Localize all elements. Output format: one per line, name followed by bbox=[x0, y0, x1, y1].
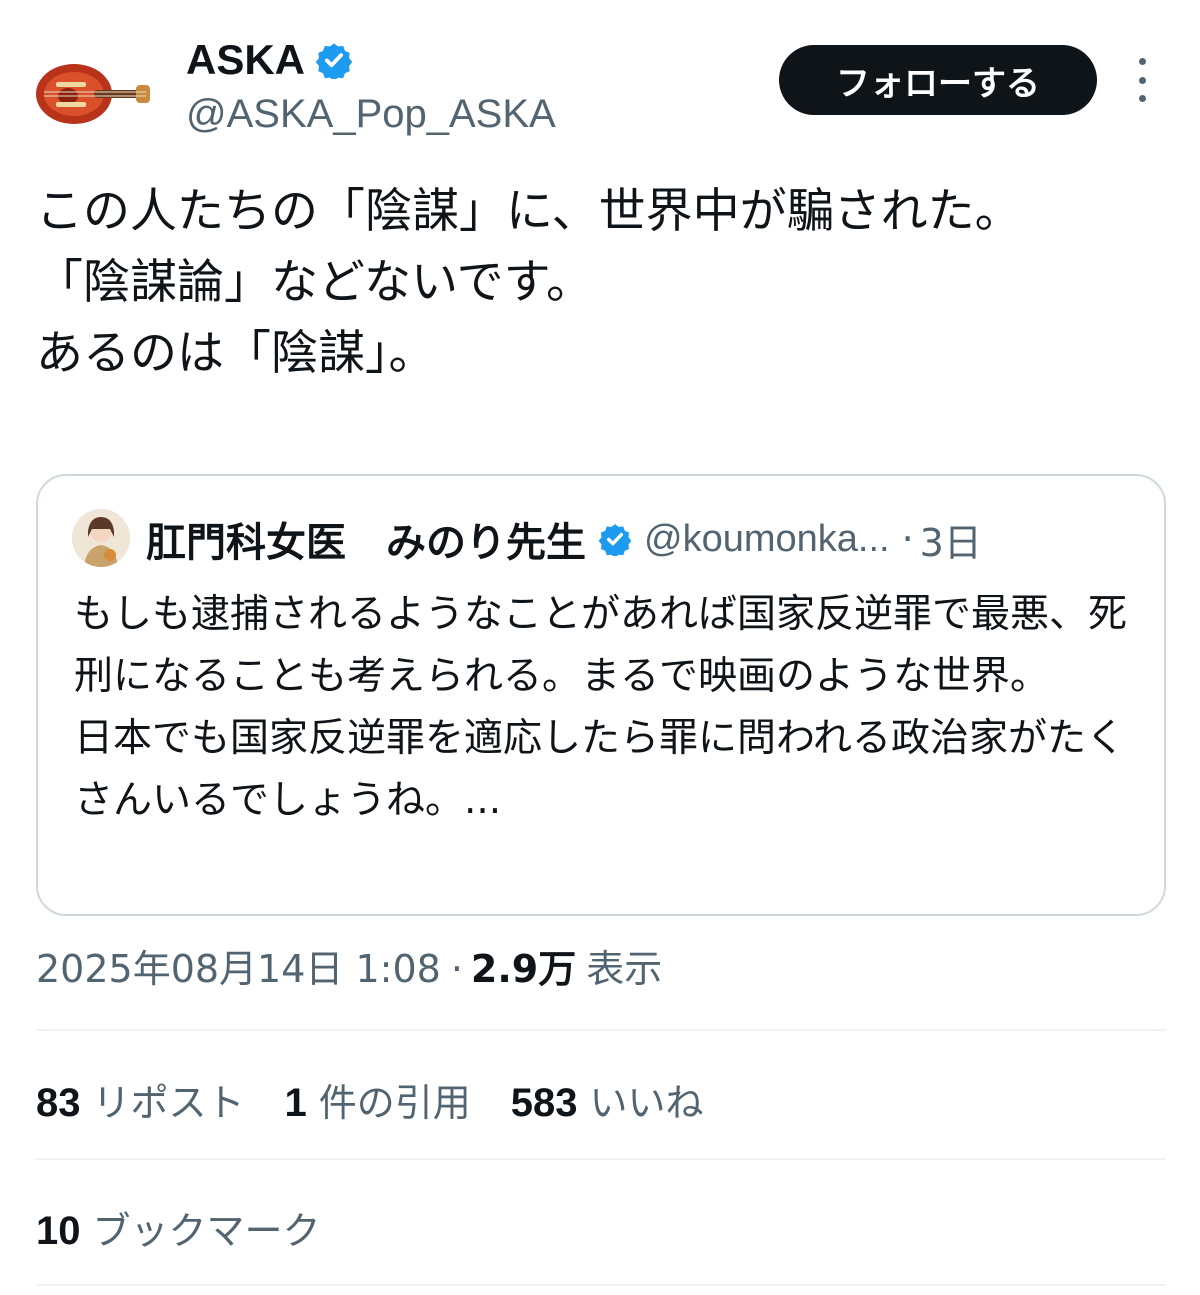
violin-bass-guitar-avatar bbox=[36, 64, 150, 124]
author-name-row[interactable]: ASKA bbox=[186, 36, 353, 84]
likes-stat[interactable]: 583 いいね bbox=[511, 1072, 704, 1127]
follow-button[interactable]: フォローする bbox=[779, 45, 1097, 115]
tweet-text: この人たちの「陰謀」に、世界中が騙された。 「陰謀論」などないです。 あるのは「… bbox=[36, 184, 1022, 381]
quoted-tweet-card[interactable]: 肛門科女医 みのり先生 @koumonka... · 3日 もしも逮捕されるよう… bbox=[36, 474, 1166, 916]
quote-header: 肛門科女医 みのり先生 @koumonka... · 3日 bbox=[146, 510, 1128, 568]
divider bbox=[36, 1284, 1166, 1286]
meta-separator: · bbox=[450, 947, 463, 991]
author-avatar[interactable] bbox=[34, 52, 152, 132]
views-label: 表示 bbox=[586, 947, 663, 991]
tweet-timestamp[interactable]: 2025年08月14日 1:08 bbox=[36, 938, 441, 993]
likes-label: いいね bbox=[589, 1081, 704, 1125]
reposts-label: リポスト bbox=[92, 1081, 245, 1125]
quote-time[interactable]: 3日 bbox=[920, 512, 982, 567]
bookmarks-stat[interactable]: 10 ブックマーク bbox=[36, 1200, 321, 1255]
divider bbox=[36, 1158, 1166, 1160]
quote-author-avatar[interactable] bbox=[72, 509, 130, 567]
quotes-stat[interactable]: 1 件の引用 bbox=[285, 1072, 471, 1127]
engagement-stats: 83 リポスト 1 件の引用 583 いいね bbox=[36, 1072, 744, 1127]
quotes-count: 1 bbox=[284, 1081, 307, 1125]
verified-badge-icon bbox=[315, 43, 353, 79]
tweet-detail: ASKA @ASKA_Pop_ASKA フォローする この人たちの「陰謀」に、世… bbox=[0, 0, 1200, 1295]
bookmarks-count: 10 bbox=[36, 1209, 81, 1253]
tweet-meta: 2025年08月14日 1:08 · 2.9万 表示 bbox=[36, 938, 662, 993]
quote-separator: · bbox=[901, 517, 914, 561]
bookmark-stats: 10 ブックマーク bbox=[36, 1200, 361, 1255]
person-avatar-icon bbox=[72, 509, 130, 567]
quote-text: もしも逮捕されるようなことがあれば国家反逆罪で最悪、死刑になることも考えられる。… bbox=[74, 592, 1128, 823]
quote-author-name[interactable]: 肛門科女医 みのり先生 bbox=[146, 510, 586, 568]
quotes-label: 件の引用 bbox=[318, 1081, 471, 1125]
views-count: 2.9万 bbox=[470, 947, 577, 991]
author-handle[interactable]: @ASKA_Pop_ASKA bbox=[186, 92, 556, 137]
quote-author-handle[interactable]: @koumonka... bbox=[644, 518, 890, 561]
divider bbox=[36, 1029, 1166, 1031]
reposts-stat[interactable]: 83 リポスト bbox=[36, 1072, 245, 1127]
author-display-name[interactable]: ASKA bbox=[186, 36, 305, 84]
bookmarks-label: ブックマーク bbox=[92, 1209, 321, 1253]
reposts-count: 83 bbox=[36, 1081, 81, 1125]
verified-badge-icon bbox=[598, 524, 632, 556]
likes-count: 583 bbox=[510, 1081, 578, 1125]
vertical-ellipsis-icon[interactable] bbox=[1124, 58, 1160, 102]
